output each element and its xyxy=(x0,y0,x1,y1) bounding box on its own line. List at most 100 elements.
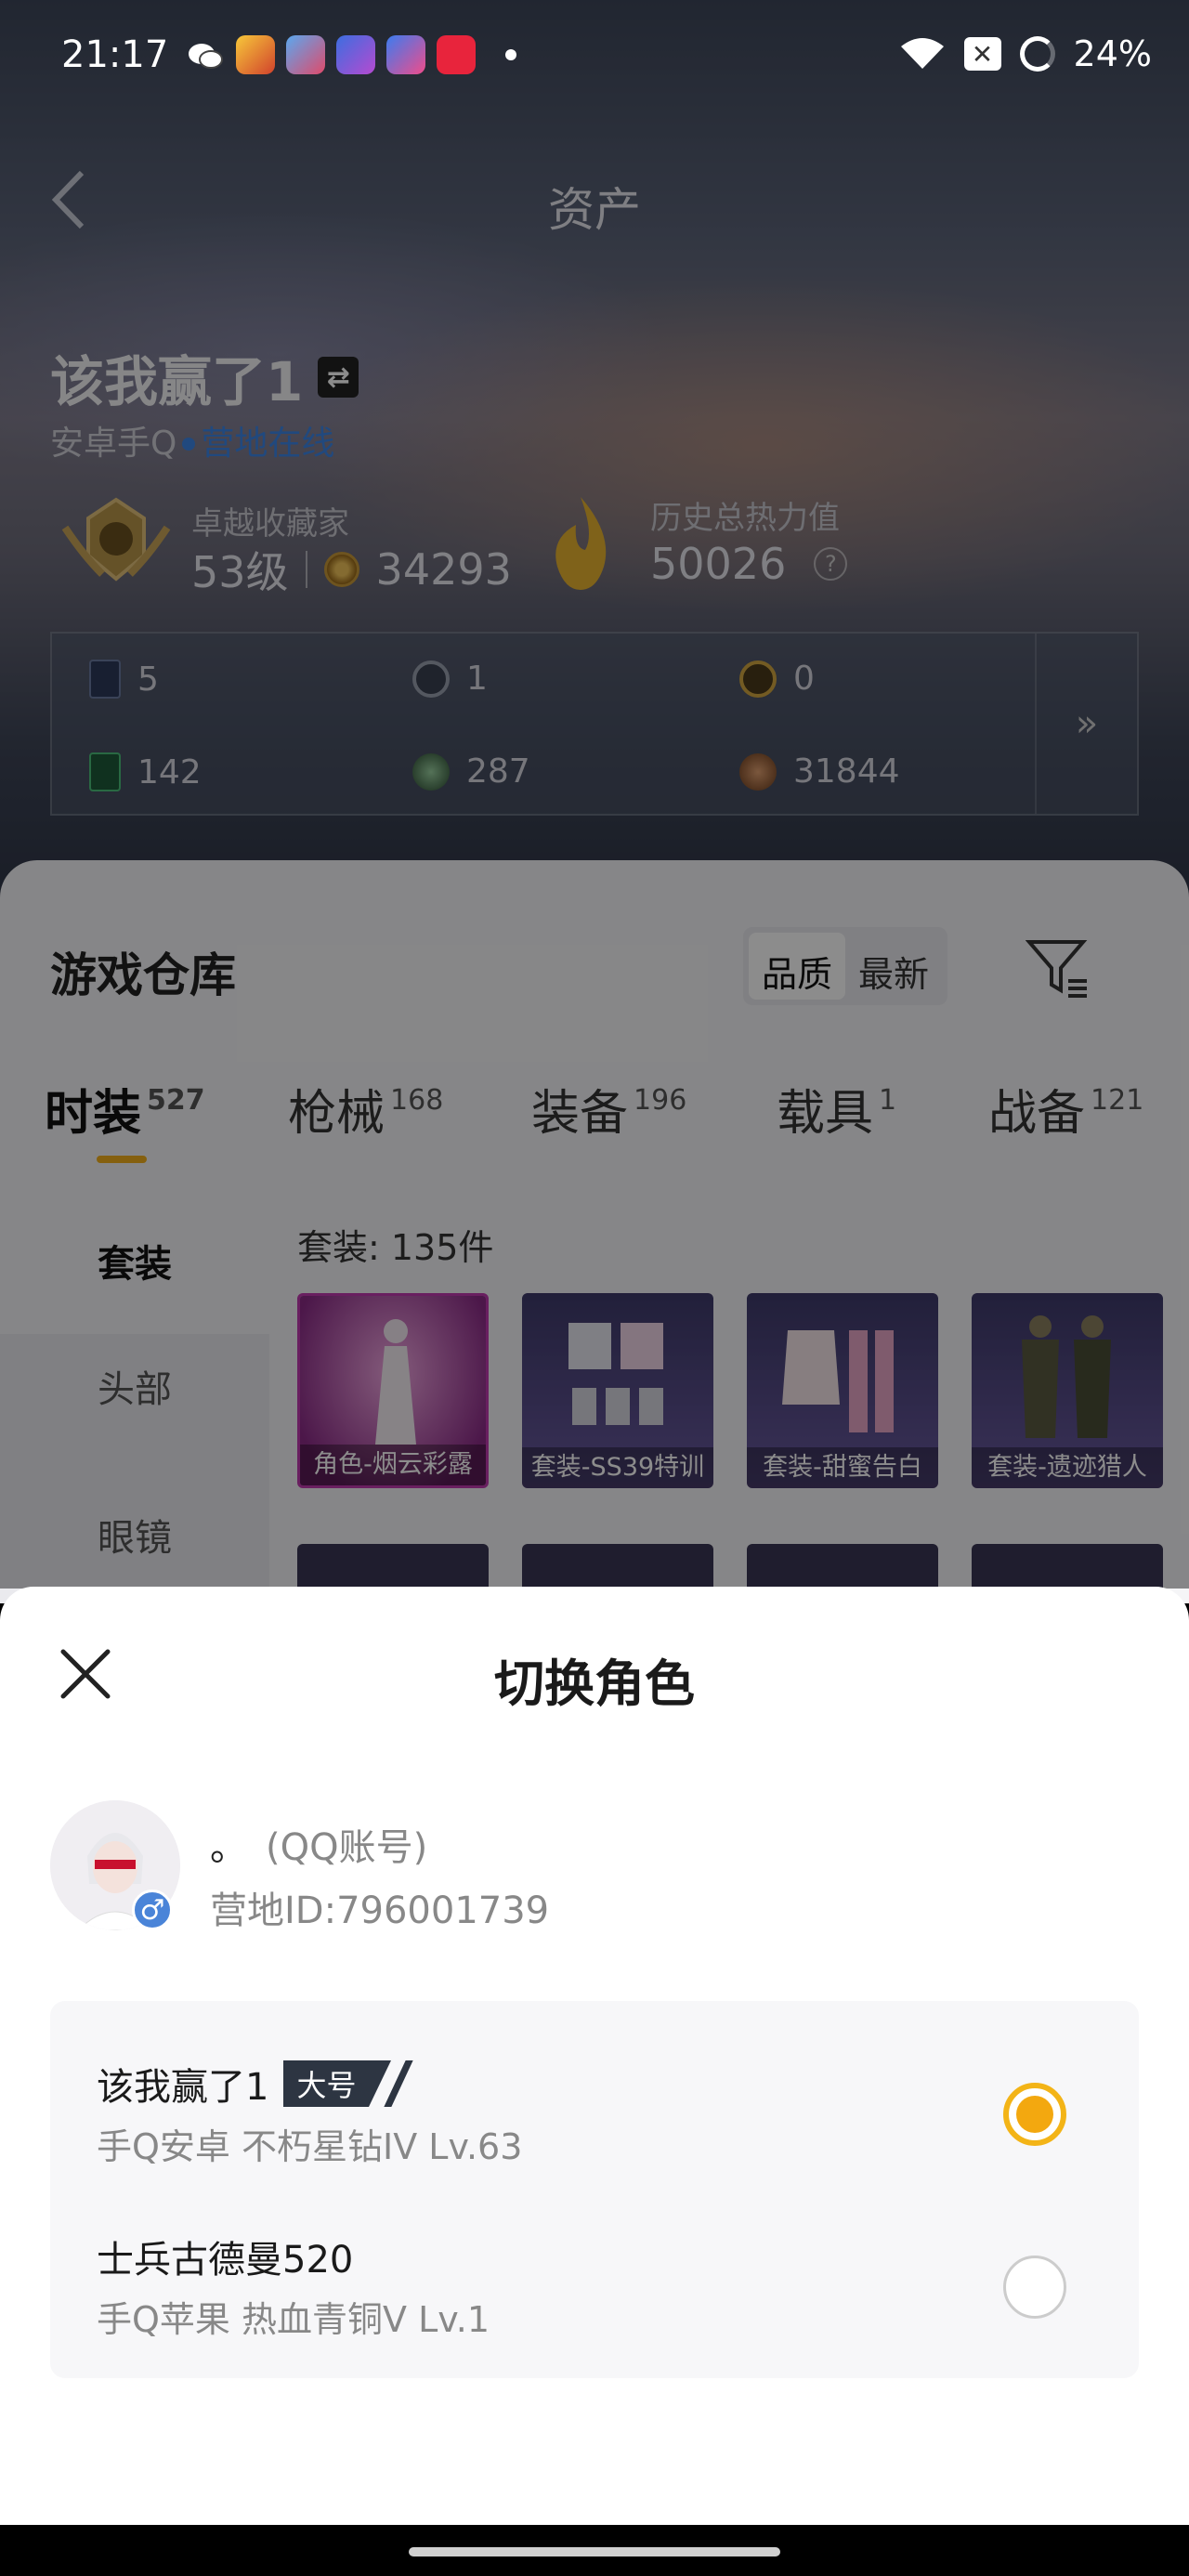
help-icon[interactable]: ? xyxy=(814,547,848,581)
game-app-icon-3 xyxy=(336,35,375,74)
character-figure-icon xyxy=(375,1319,416,1445)
outfit-icon xyxy=(568,1323,663,1425)
divider xyxy=(305,551,307,588)
currency-value: 287 xyxy=(466,752,530,791)
currency-item: 1 xyxy=(412,660,488,698)
role-name: 该我赢了1 xyxy=(97,2066,269,2109)
role-radio-selected[interactable] xyxy=(1003,2083,1066,2146)
rank-level-row: 53级 34293 xyxy=(191,539,512,600)
currency-item: 31844 xyxy=(739,752,900,791)
player-subtitle: 安卓手Q 营地在线 xyxy=(50,416,334,464)
warehouse-title: 游戏仓库 xyxy=(50,948,236,1002)
account-type: (QQ账号) xyxy=(266,1826,428,1869)
side-item-glasses[interactable]: 眼镜 xyxy=(0,1492,269,1585)
status-right: ✕ 24% xyxy=(899,33,1152,74)
gold-token-icon xyxy=(739,660,777,698)
more-currency-button[interactable]: » xyxy=(1035,634,1137,814)
tab-weapons[interactable]: 枪械 168 xyxy=(288,1074,443,1144)
sort-toggle: 品质 最新 xyxy=(743,927,948,1005)
role-name-row: 士兵古德曼520 xyxy=(97,2229,353,2283)
role-row[interactable]: 该我赢了1 大号 手Q安卓 不朽星钻IV Lv.63 xyxy=(50,2010,1139,2183)
rank-level: 53级 xyxy=(191,547,289,597)
role-info: 手Q苹果 热血青铜V Lv.1 xyxy=(97,2299,490,2340)
currency-item: 287 xyxy=(412,752,530,791)
male-gender-icon: ♂ xyxy=(132,1890,173,1930)
item-label: 套装-遗迹猎人 xyxy=(972,1447,1163,1488)
online-dot-icon xyxy=(182,438,196,451)
more-notifications-dot xyxy=(505,49,516,60)
soldiers-icon xyxy=(1022,1315,1111,1438)
currency-item: 5 xyxy=(89,660,159,699)
online-status: 营地在线 xyxy=(201,425,335,463)
bronze-coin-icon xyxy=(739,752,777,791)
game-warehouse-panel: 游戏仓库 品质 最新 时装 527 枪械 168 装备 196 载具 1 战备 121 套… xyxy=(0,860,1189,1603)
swap-icon[interactable]: ⇄ xyxy=(318,357,359,398)
role-list: 该我赢了1 大号 手Q安卓 不朽星钻IV Lv.63 士兵古德曼520 手Q苹果… xyxy=(50,2001,1139,2378)
currency-panel[interactable]: 5 1 0 142 287 31844 » xyxy=(50,632,1139,816)
filter-icon[interactable] xyxy=(1026,936,1091,998)
heat-value-row: 50026 ? xyxy=(650,539,848,589)
music-app-icon xyxy=(437,35,476,74)
rank-badge-icon xyxy=(61,497,171,582)
sort-quality-button[interactable]: 品质 xyxy=(749,933,846,1000)
sheet-title: 切换角色 xyxy=(494,1654,695,1713)
item-label: 套装-甜蜜告白 xyxy=(747,1447,938,1488)
currency-value: 0 xyxy=(793,660,815,698)
tab-gear[interactable]: 战备 121 xyxy=(988,1074,1143,1144)
role-radio[interactable] xyxy=(1003,2256,1066,2319)
battery-ring-icon xyxy=(1019,36,1055,72)
orb-icon xyxy=(412,752,450,791)
active-tab-indicator xyxy=(97,1156,147,1163)
flame-icon xyxy=(555,497,607,590)
role-row[interactable]: 士兵古德曼520 手Q苹果 热血青铜V Lv.1 xyxy=(50,2183,1139,2356)
sort-newest-button[interactable]: 最新 xyxy=(845,933,942,1000)
player-platform: 安卓手Q xyxy=(50,425,177,463)
battery-percent: 24% xyxy=(1073,33,1152,74)
card-icon xyxy=(89,660,121,699)
item-card[interactable]: 套装-甜蜜告白 xyxy=(747,1293,938,1488)
currency-value: 142 xyxy=(137,752,202,791)
role-name-row: 该我赢了1 大号 xyxy=(97,2057,414,2111)
star-app-icon xyxy=(386,35,425,74)
currency-item: 0 xyxy=(739,660,815,698)
item-label: 套装-SS39特训 xyxy=(522,1447,713,1488)
coin-icon xyxy=(323,552,359,587)
game-app-icon-2 xyxy=(286,35,325,74)
outfit-icon xyxy=(782,1330,894,1432)
page-title: 资产 xyxy=(548,183,641,237)
role-info: 手Q安卓 不朽星钻IV Lv.63 xyxy=(97,2126,523,2167)
item-card[interactable]: 套装-遗迹猎人 xyxy=(972,1293,1163,1488)
heat-title: 历史总热力值 xyxy=(650,500,840,537)
suit-count: 套装: 135件 xyxy=(297,1227,494,1268)
side-item-head[interactable]: 头部 xyxy=(0,1343,269,1436)
item-card[interactable]: 套装-SS39特训 xyxy=(522,1293,713,1488)
switch-role-sheet: 切换角色 ♂ 。 (QQ账号) 营地ID:796001739 该我赢了1 大号 手… xyxy=(0,1587,1189,2525)
account-name: 。 xyxy=(210,1826,247,1869)
item-card[interactable]: 角色-烟云彩露 xyxy=(297,1293,489,1488)
currency-item: 142 xyxy=(89,752,202,791)
status-time: 21:17 xyxy=(61,33,169,76)
tab-equipment[interactable]: 装备 196 xyxy=(531,1074,686,1144)
wifi-icon xyxy=(900,38,944,69)
tab-vehicles[interactable]: 载具 1 xyxy=(777,1074,896,1144)
notification-icons xyxy=(186,35,516,74)
account-name-row: 。 (QQ账号) xyxy=(210,1817,427,1871)
status-bar: 21:17 ✕ 24% xyxy=(0,0,1189,111)
category-tabs: 时装 527 枪械 168 装备 196 载具 1 战备 121 xyxy=(0,1074,1189,1167)
player-name-row: 该我赢了1 ⇄ xyxy=(50,338,359,416)
side-item-suits[interactable]: 套装 xyxy=(0,1195,269,1334)
home-indicator[interactable] xyxy=(409,2547,780,2556)
sub-category-nav: 套装 头部 眼镜 xyxy=(0,1195,269,1603)
green-card-icon xyxy=(89,752,121,791)
currency-value: 5 xyxy=(137,660,159,699)
player-name: 该我赢了1 xyxy=(50,350,304,413)
rank-title: 卓越收藏家 xyxy=(191,505,349,543)
sim-off-icon: ✕ xyxy=(963,37,1001,71)
tab-fashion[interactable]: 时装 527 xyxy=(45,1074,205,1144)
token-icon xyxy=(412,660,450,698)
game-app-icon xyxy=(236,35,275,74)
heat-value: 50026 xyxy=(650,539,787,589)
currency-value: 31844 xyxy=(793,752,900,791)
currency-value: 1 xyxy=(466,660,488,698)
item-label: 角色-烟云彩露 xyxy=(300,1445,486,1485)
